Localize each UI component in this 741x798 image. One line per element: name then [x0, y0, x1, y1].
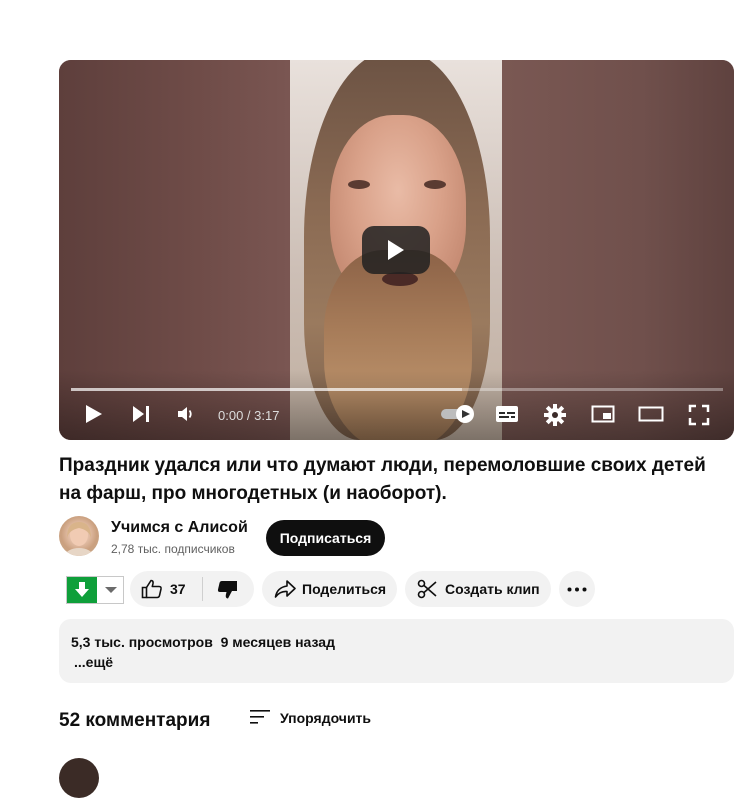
- subtitles-button[interactable]: [492, 404, 522, 428]
- theater-icon: [638, 406, 664, 422]
- more-horizontal-icon: [567, 587, 587, 592]
- like-dislike-group: 37: [130, 571, 254, 607]
- chevron-down-icon: [105, 587, 117, 593]
- autoplay-toggle[interactable]: [438, 404, 478, 428]
- play-icon: [388, 240, 404, 260]
- upload-date: 9 месяцев назад: [220, 634, 335, 650]
- subscriber-count: 2,78 тыс. подписчиков: [111, 542, 235, 556]
- settings-icon: [544, 404, 566, 426]
- time-separator: /: [243, 408, 255, 423]
- video-meta: 5,3 тыс. просмотров 9 месяцев назад: [71, 634, 335, 650]
- play-icon: [86, 405, 102, 423]
- download-arrow-icon: [75, 582, 89, 597]
- scissors-icon: [417, 579, 437, 599]
- video-player[interactable]: 0:00 / 3:17: [59, 60, 734, 440]
- time-display: 0:00 / 3:17: [218, 408, 279, 423]
- sort-icon: [250, 710, 270, 724]
- volume-icon: [178, 407, 192, 421]
- large-play-button[interactable]: [362, 226, 430, 274]
- subtitles-icon: [496, 406, 518, 422]
- comment-avatar[interactable]: [59, 758, 99, 798]
- next-icon: [133, 406, 149, 422]
- like-button[interactable]: 37: [130, 571, 202, 607]
- show-more-link[interactable]: ...ещё: [74, 654, 113, 670]
- view-count: 5,3 тыс. просмотров: [71, 634, 213, 650]
- fullscreen-button[interactable]: [684, 404, 714, 428]
- more-actions-button[interactable]: [559, 571, 595, 607]
- share-button[interactable]: Поделиться: [262, 571, 397, 607]
- create-clip-label: Создать клип: [445, 581, 540, 597]
- miniplayer-button[interactable]: [588, 404, 618, 428]
- fullscreen-icon: [688, 404, 710, 426]
- autoplay-toggle-icon: [441, 405, 474, 423]
- comments-count: 52 комментария: [59, 710, 211, 731]
- theater-mode-button[interactable]: [636, 404, 666, 428]
- description-box[interactable]: 5,3 тыс. просмотров 9 месяцев назад ...е…: [59, 619, 734, 683]
- sort-label: Упорядочить: [280, 710, 372, 726]
- video-title: Праздник удался или что думают люди, пер…: [59, 455, 706, 504]
- create-clip-button[interactable]: Создать клип: [405, 571, 551, 607]
- thumbs-up-icon: [141, 579, 162, 599]
- dislike-button[interactable]: [203, 571, 254, 607]
- time-current: 0:00: [218, 408, 244, 423]
- thumbs-down-icon: [217, 581, 237, 599]
- channel-name[interactable]: Учимся с Алисой: [111, 519, 248, 537]
- subscribe-button[interactable]: Подписаться: [266, 520, 385, 556]
- time-total: 3:17: [254, 408, 280, 423]
- settings-button[interactable]: [540, 404, 570, 428]
- miniplayer-icon: [591, 405, 615, 423]
- like-count: 37: [170, 581, 186, 597]
- download-button[interactable]: [66, 576, 124, 604]
- share-icon: [274, 580, 296, 598]
- next-button[interactable]: [126, 404, 156, 428]
- play-button[interactable]: [79, 404, 109, 428]
- share-label: Поделиться: [302, 581, 387, 597]
- progress-bar[interactable]: [71, 388, 723, 391]
- volume-button[interactable]: [171, 404, 201, 428]
- buffered-progress: [71, 388, 463, 391]
- channel-avatar[interactable]: [59, 516, 99, 556]
